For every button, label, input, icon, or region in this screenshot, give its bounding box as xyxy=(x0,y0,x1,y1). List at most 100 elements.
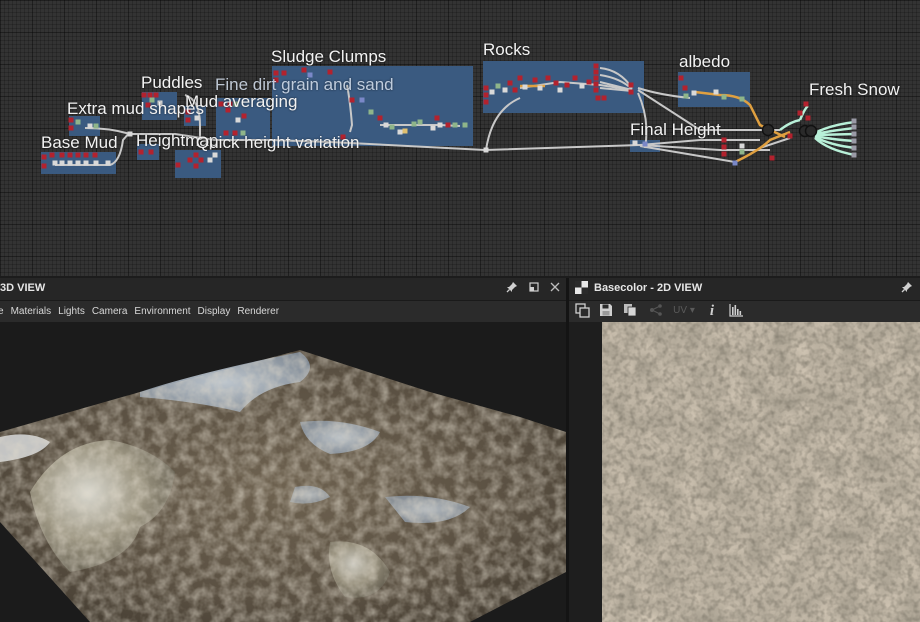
graph-node[interactable] xyxy=(235,117,241,123)
graph-node[interactable] xyxy=(67,160,73,166)
close-icon[interactable] xyxy=(548,281,562,295)
graph-node[interactable] xyxy=(579,83,585,89)
graph-node[interactable] xyxy=(483,85,489,91)
graph-node[interactable] xyxy=(502,87,508,93)
graph-node[interactable] xyxy=(411,121,417,127)
graph-node[interactable] xyxy=(632,140,638,146)
graph-node[interactable] xyxy=(59,160,65,166)
frame-label-sludge-clumps[interactable]: Sludge Clumps xyxy=(271,47,386,67)
graph-node[interactable] xyxy=(141,92,147,98)
graph-node[interactable] xyxy=(198,157,204,163)
graph-node[interactable] xyxy=(327,69,333,75)
graph-node[interactable] xyxy=(797,110,803,116)
frame-label-extra-mud-shapes[interactable]: Extra mud shapes xyxy=(67,99,204,119)
graph-node[interactable] xyxy=(593,69,599,75)
blend-node-checker[interactable] xyxy=(761,123,775,137)
graph-node[interactable] xyxy=(67,152,73,158)
node-graph-canvas[interactable]: Base Mud Extra mud shapes Puddles Height… xyxy=(0,0,920,276)
frame-label-quick-height-variation[interactable]: Quick height variation xyxy=(196,133,359,153)
graph-node[interactable] xyxy=(92,152,98,158)
graph-node[interactable] xyxy=(430,125,436,131)
frame-label-base-mud[interactable]: Base Mud xyxy=(41,133,118,153)
graph-node[interactable] xyxy=(532,77,538,83)
graph-node[interactable] xyxy=(586,79,592,85)
pin-icon[interactable] xyxy=(900,281,914,295)
graph-node[interactable] xyxy=(537,85,543,91)
graph-node[interactable] xyxy=(721,94,727,100)
graph-node[interactable] xyxy=(75,119,81,125)
graph-node[interactable] xyxy=(628,82,634,88)
graph-node[interactable] xyxy=(739,96,745,102)
graph-node[interactable] xyxy=(93,160,99,166)
graph-node[interactable] xyxy=(41,163,47,169)
graph-node[interactable] xyxy=(212,152,218,158)
frame-label-puddles[interactable]: Puddles xyxy=(141,73,202,93)
graph-node[interactable] xyxy=(417,119,423,125)
graph-node[interactable] xyxy=(851,138,857,144)
blend-node-output[interactable] xyxy=(804,124,818,138)
graph-node[interactable] xyxy=(402,128,408,134)
frame-label-mud-averaging[interactable]: Mud averaging xyxy=(185,92,297,112)
graph-node[interactable] xyxy=(147,92,153,98)
frame-label-fresh-snow[interactable]: Fresh Snow xyxy=(809,80,900,100)
graph-node[interactable] xyxy=(642,141,648,147)
save-icon[interactable] xyxy=(598,303,614,319)
graph-node[interactable] xyxy=(522,84,528,90)
graph-node[interactable] xyxy=(851,145,857,151)
graph-node[interactable] xyxy=(851,131,857,137)
graph-node[interactable] xyxy=(851,118,857,124)
graph-node[interactable] xyxy=(732,160,738,166)
graph-node[interactable] xyxy=(553,80,559,86)
menu-camera[interactable]: Camera xyxy=(92,301,128,322)
graph-node[interactable] xyxy=(445,122,451,128)
graph-node[interactable] xyxy=(83,160,89,166)
graph-node[interactable] xyxy=(52,160,58,166)
graph-node[interactable] xyxy=(545,75,551,81)
export-icon[interactable] xyxy=(574,303,590,319)
graph-node[interactable] xyxy=(462,122,468,128)
menu-scene[interactable]: e xyxy=(0,301,4,322)
graph-node[interactable] xyxy=(682,85,688,91)
graph-node[interactable] xyxy=(175,162,181,168)
menu-environment[interactable]: Environment xyxy=(134,301,190,322)
menu-materials[interactable]: Materials xyxy=(11,301,52,322)
graph-node[interactable] xyxy=(769,155,775,161)
graph-node[interactable] xyxy=(628,89,634,95)
graph-node[interactable] xyxy=(851,124,857,130)
copy-icon[interactable] xyxy=(622,303,638,319)
graph-node[interactable] xyxy=(105,160,111,166)
graph-node[interactable] xyxy=(691,90,697,96)
graph-node[interactable] xyxy=(368,109,374,115)
graph-node[interactable] xyxy=(193,152,199,158)
graph-node[interactable] xyxy=(359,97,365,103)
frame-label-fine-dirt[interactable]: Fine dirt grain and sand xyxy=(215,75,394,95)
graph-node[interactable] xyxy=(241,113,247,119)
graph-node[interactable] xyxy=(68,125,74,131)
graph-node[interactable] xyxy=(678,75,684,81)
menu-renderer[interactable]: Renderer xyxy=(237,301,279,322)
graph-node[interactable] xyxy=(601,95,607,101)
graph-node[interactable] xyxy=(83,152,89,158)
graph-node[interactable] xyxy=(721,151,727,157)
graph-node[interactable] xyxy=(389,124,395,130)
graph-node[interactable] xyxy=(683,93,689,99)
graph-node[interactable] xyxy=(49,152,55,158)
graph-node[interactable] xyxy=(75,160,81,166)
graph-node[interactable] xyxy=(397,129,403,135)
histogram-icon[interactable] xyxy=(728,303,744,319)
graph-node[interactable] xyxy=(495,83,501,89)
graph-node[interactable] xyxy=(434,115,440,121)
graph-node[interactable] xyxy=(721,144,727,150)
graph-node[interactable] xyxy=(805,115,811,121)
view3d-viewport[interactable] xyxy=(0,322,566,622)
graph-node[interactable] xyxy=(851,152,857,158)
graph-node[interactable] xyxy=(437,122,443,128)
graph-node[interactable] xyxy=(489,89,495,95)
graph-node[interactable] xyxy=(517,75,523,81)
frame-label-albedo[interactable]: albedo xyxy=(679,52,730,72)
graph-node[interactable] xyxy=(787,133,793,139)
graph-node[interactable] xyxy=(301,67,307,73)
graph-node[interactable] xyxy=(483,99,489,105)
graph-node[interactable] xyxy=(127,131,133,137)
graph-node[interactable] xyxy=(377,115,383,121)
